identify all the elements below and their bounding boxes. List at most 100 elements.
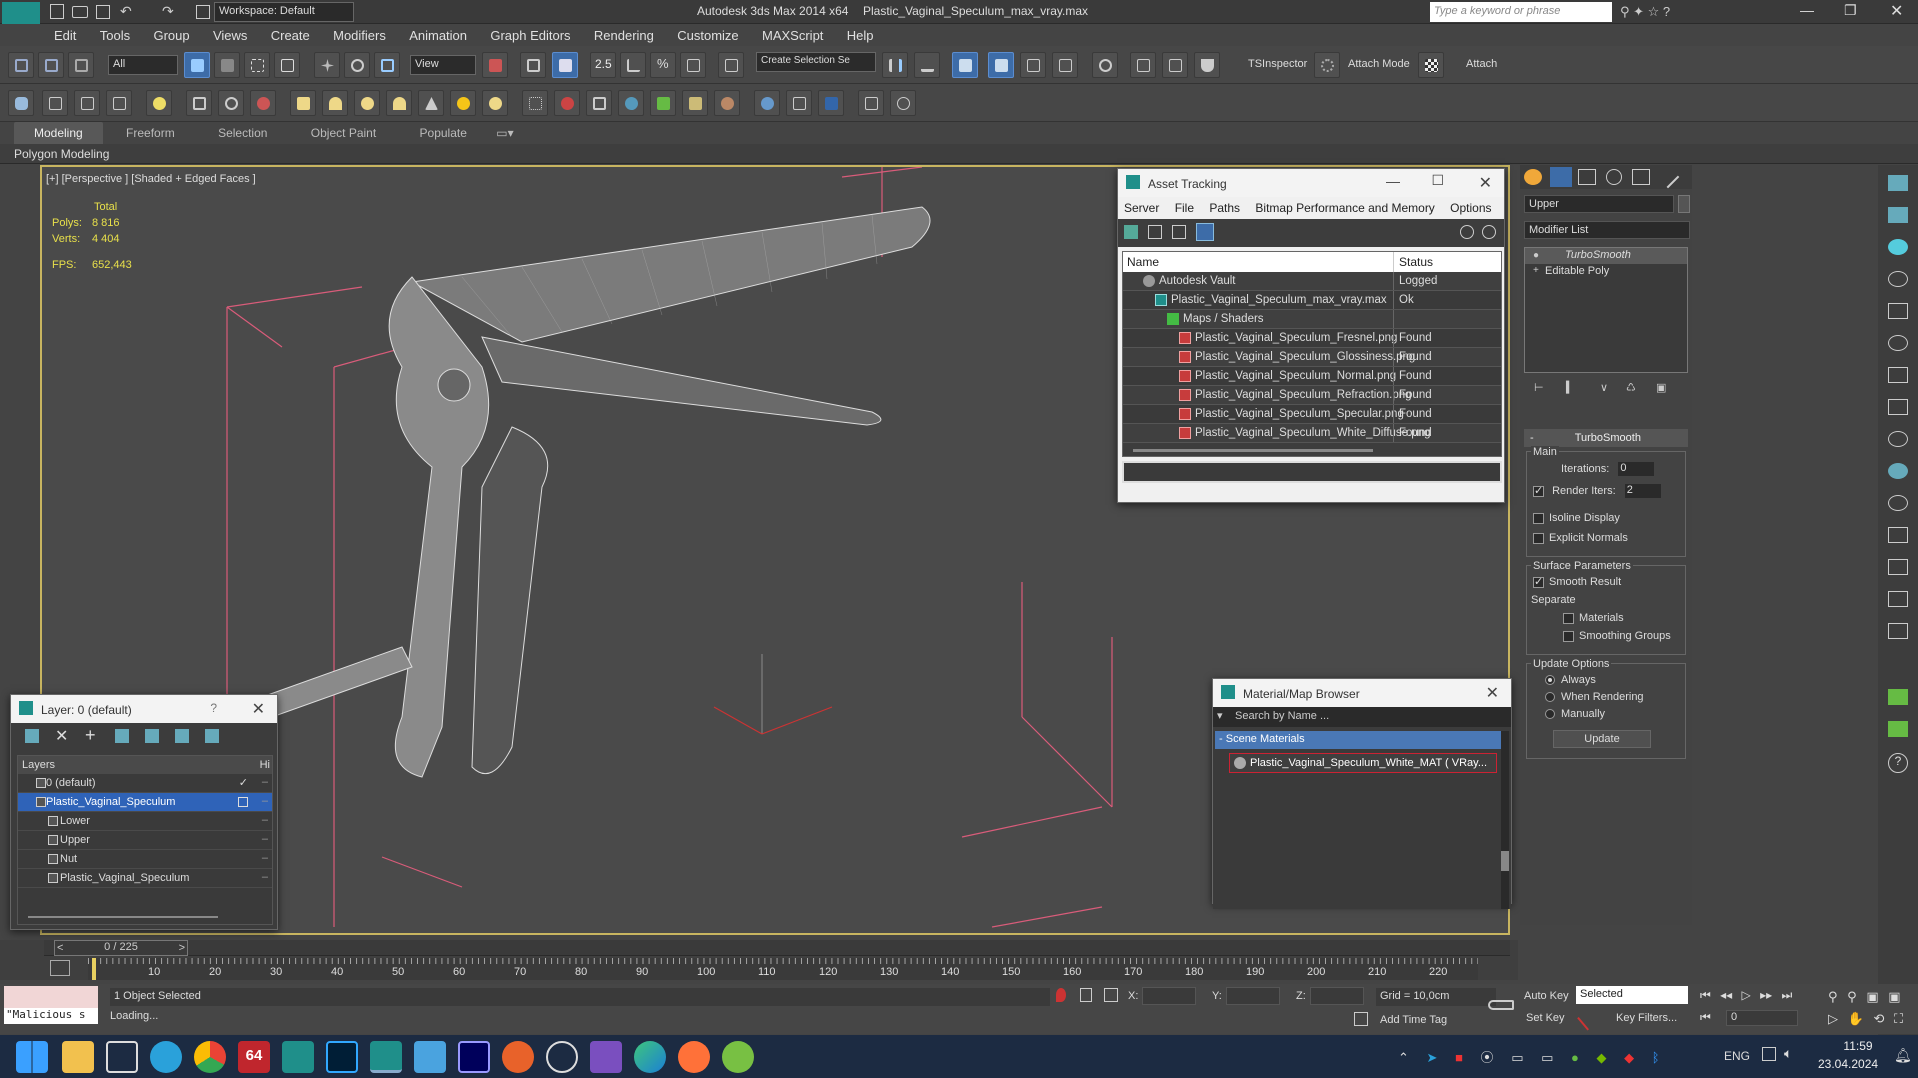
remove-modifier-icon[interactable]: ♺ [1626,381,1636,394]
tab-selection[interactable]: Selection [198,122,287,144]
asset-menu-bitmap[interactable]: Bitmap Performance and Memory [1255,201,1434,215]
vray-toolbar-icon-8[interactable] [1888,399,1908,415]
asset-tree-view-icon[interactable] [1172,225,1186,239]
material-search-input[interactable]: Search by Name ... [1235,710,1329,722]
make-unique-icon[interactable]: ∨ [1600,381,1608,394]
vray-displacement-icon[interactable] [618,90,644,116]
hide-toggle-icon[interactable]: – [262,776,268,788]
z-coord-field[interactable] [1310,987,1364,1005]
select-object-icon[interactable] [184,52,210,78]
asset-menu-server[interactable]: Server [1124,201,1159,215]
layer-help-button[interactable]: ? [210,701,217,715]
app-64-icon[interactable]: 64 [238,1041,270,1073]
auto-key-button[interactable]: Auto Key [1524,990,1569,1002]
material-close-button[interactable]: ✕ [1486,683,1499,703]
configure-sets-icon[interactable]: ▣ [1656,381,1666,394]
help-circle-icon[interactable] [890,90,916,116]
pan-icon[interactable]: ✋ [1848,1011,1864,1026]
isolate-icon[interactable] [1056,988,1066,1002]
vray-toolbar-icon-14[interactable] [1888,591,1908,607]
vray-toolbar-icon-12[interactable] [1888,527,1908,543]
vray-sphere-blue-icon[interactable] [754,90,780,116]
turbosmooth-rollout-header[interactable]: - TurboSmooth [1524,429,1688,447]
select-manipulate-icon[interactable] [520,52,546,78]
reference-coordinate-dropdown[interactable]: View [410,55,476,75]
volume-icon[interactable]: 🔈︎ [1784,1045,1792,1062]
asset-path-field[interactable] [1122,461,1502,483]
menu-edit[interactable]: Edit [44,24,86,46]
menu-views[interactable]: Views [203,24,257,46]
materials-checkbox[interactable] [1563,612,1574,624]
fov-icon[interactable]: ▷ [1828,1011,1838,1026]
layer-highlight-icon[interactable] [145,729,159,743]
pivot-center-icon[interactable] [482,52,508,78]
asset-row[interactable]: Plastic_Vaginal_Speculum_Specular.png Fou… [1123,405,1501,424]
new-file-icon[interactable] [50,4,64,19]
key-mode-toggle-icon[interactable]: ⏮ [1700,1010,1711,1025]
asset-row[interactable]: Plastic_Vaginal_Speculum_max_vray.max Ok [1123,291,1501,310]
render-iters-spinner[interactable]: 2 [1624,484,1661,498]
motion-tab-icon[interactable] [1606,169,1622,185]
vray-toolbar-icon-3[interactable] [1888,239,1908,255]
vray-toolbar-icon-17[interactable] [1888,721,1908,737]
go-to-start-icon[interactable]: ⏮ [1700,988,1711,1002]
asset-col-status[interactable]: Status [1399,255,1433,269]
layer-col-hide[interactable]: Hi [260,759,270,771]
graphite-ribbon-icon[interactable] [988,52,1014,78]
asset-menu-paths[interactable]: Paths [1209,201,1240,215]
key-mode-dropdown[interactable]: Selected [1576,986,1688,1004]
prev-frame-icon[interactable]: ◂◂ [1720,988,1732,1002]
stack-item-turbosmooth[interactable]: ● TurboSmooth [1525,248,1687,264]
tray-telegram-icon[interactable]: ➤ [1427,1050,1438,1065]
hide-toggle-icon[interactable]: – [262,814,268,826]
absolute-mode-icon[interactable] [1104,988,1118,1002]
go-to-end-icon[interactable]: ⏭ [1782,988,1793,1002]
select-by-name-icon[interactable] [214,52,240,78]
menu-graph-editors[interactable]: Graph Editors [480,24,580,46]
vray-toolbar-icon-10[interactable] [1888,463,1908,479]
when-rendering-radio[interactable] [1545,692,1555,703]
language-indicator[interactable]: ENG [1724,1049,1750,1063]
zoom-icon[interactable]: ⚲ [1828,989,1838,1004]
material-vertical-scrollbar[interactable] [1501,731,1509,909]
layer-select-icon[interactable] [115,729,129,743]
time-slider-track[interactable] [44,940,1510,956]
asset-refresh-icon[interactable] [1124,225,1138,239]
asset-menu-options[interactable]: Options [1450,201,1491,215]
menu-group[interactable]: Group [143,24,199,46]
asset-minimize-button[interactable]: — [1386,173,1400,189]
vray-ambient-light-icon[interactable] [482,90,508,116]
menu-tools[interactable]: Tools [90,24,140,46]
photoshop-icon[interactable] [326,1041,358,1073]
asset-menu-file[interactable]: File [1175,201,1194,215]
tab-modeling[interactable]: Modeling [14,122,103,144]
3ds-max-active-icon[interactable] [370,1041,402,1073]
bind-space-warp-icon[interactable] [68,52,94,78]
layer-row[interactable]: 0 (default) ✓ – [18,774,272,793]
light-lister-icon[interactable] [146,90,172,116]
vray-mesh-light-icon[interactable] [386,90,412,116]
scale-icon[interactable] [374,52,400,78]
lock-icon[interactable] [1080,988,1092,1002]
mini-curve-editor-icon[interactable] [50,960,70,976]
vray-render-icon[interactable] [818,90,844,116]
show-end-result-icon[interactable]: ▍ [1566,381,1574,394]
viewport-label[interactable]: [+] [Perspective ] [Shaded + Edged Faces… [46,173,256,185]
utilities-tab-icon[interactable] [1656,165,1680,189]
vray-ies-light-icon[interactable] [418,90,444,116]
checker-icon[interactable] [1418,52,1444,78]
time-slider-handle[interactable]: < 0 / 225 > [54,940,188,956]
clock-date[interactable]: 23.04.2024 [1818,1057,1878,1071]
vray-fur-icon[interactable] [522,90,548,116]
menu-help[interactable]: Help [837,24,884,46]
help-icon[interactable]: ? [1888,753,1908,773]
tab-freeform[interactable]: Freeform [106,122,195,144]
tray-expand-icon[interactable]: ⌃ [1398,1050,1409,1065]
asset-maximize-button[interactable]: ☐ [1431,172,1444,189]
rendered-frame-window-icon[interactable] [1162,52,1188,78]
layer-freeze-all-icon[interactable] [205,729,219,743]
render-iters-checkbox[interactable] [1533,484,1544,497]
object-color-swatch[interactable] [1678,195,1690,213]
browser-g-icon[interactable] [502,1041,534,1073]
undo-icon[interactable]: ↶ [120,3,132,20]
